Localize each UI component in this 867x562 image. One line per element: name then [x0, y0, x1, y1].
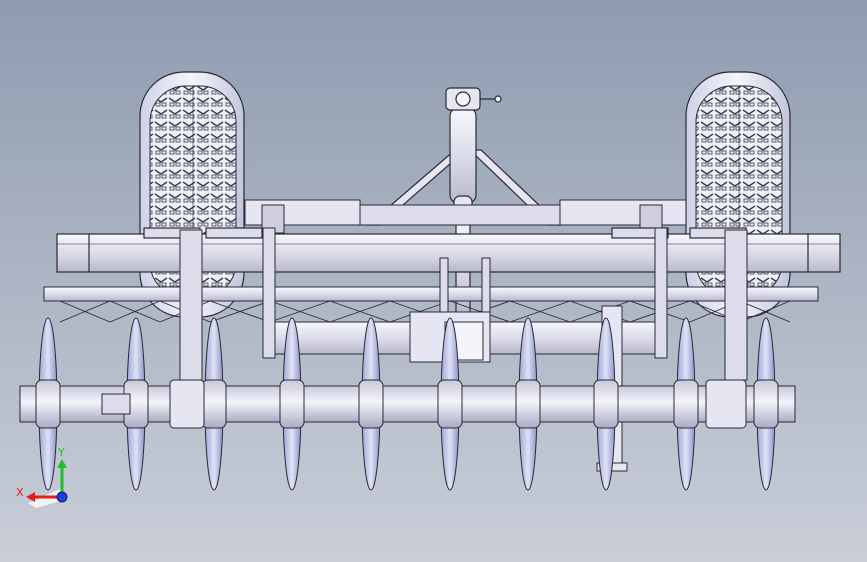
y-axis-label: Y	[57, 446, 65, 459]
disc-hub	[279, 379, 305, 429]
hitch-a-frame	[366, 87, 562, 316]
x-axis-label: X	[16, 486, 24, 499]
disc-hub	[35, 379, 61, 429]
disc-hub	[358, 379, 384, 429]
disc-hub	[201, 379, 227, 429]
disc-hub	[515, 379, 541, 429]
cad-viewport[interactable]: X Y	[0, 0, 867, 562]
disc-hub	[593, 379, 619, 429]
disc-hub	[753, 379, 779, 429]
disc-hub	[673, 379, 699, 429]
z-axis-dot	[56, 491, 68, 503]
disc-hub	[437, 379, 463, 429]
disc-harrow-model[interactable]: X Y	[0, 0, 867, 562]
